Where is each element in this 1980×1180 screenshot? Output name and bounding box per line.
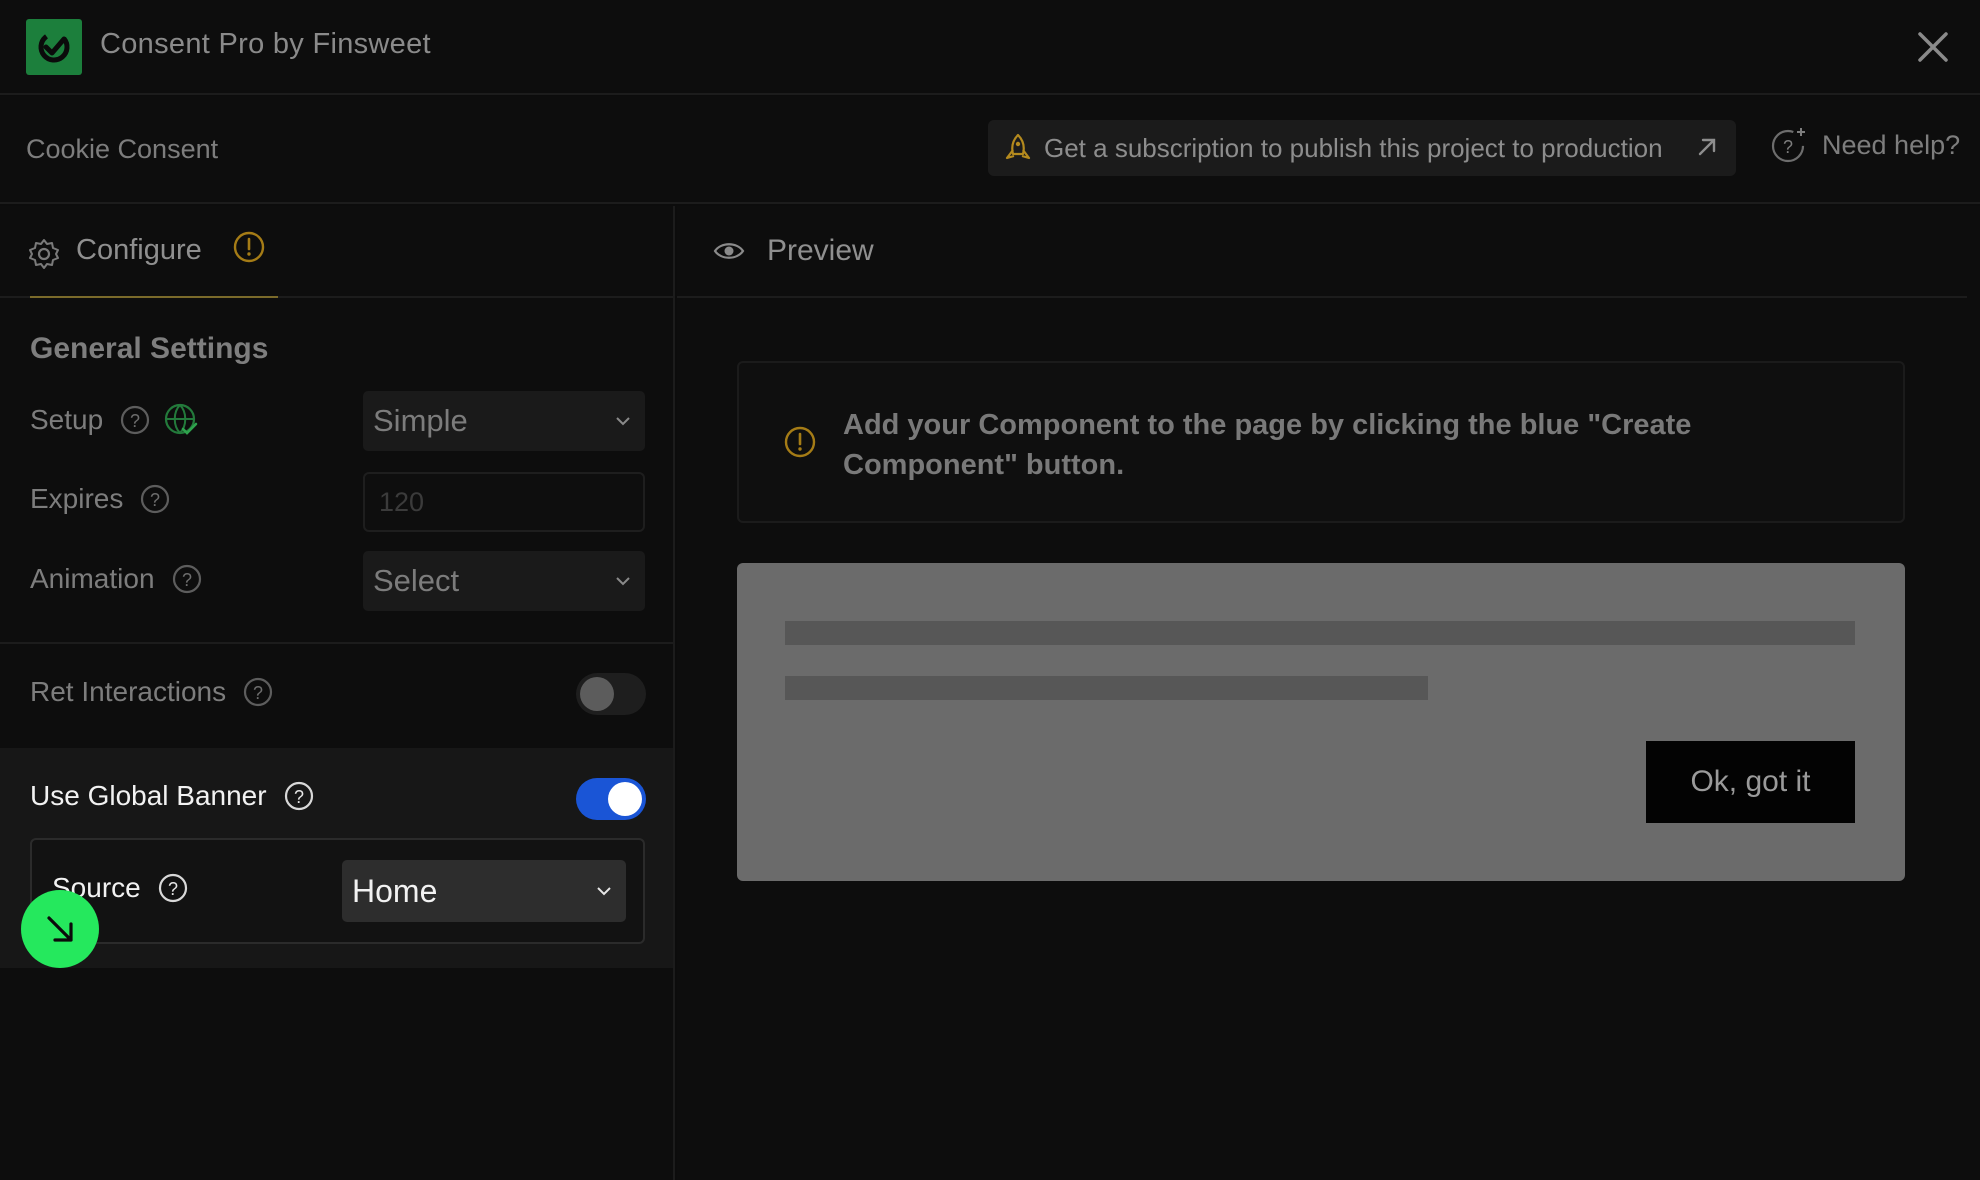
arrow-down-right-icon — [47, 916, 73, 942]
tab-configure-label: Configure — [76, 234, 202, 266]
question-icon[interactable]: ? — [283, 780, 315, 812]
source-select[interactable]: Home — [342, 860, 626, 922]
svg-text:?: ? — [168, 879, 178, 899]
animation-select-value: Select — [373, 563, 460, 598]
eye-icon — [713, 243, 745, 259]
skeleton-line — [785, 621, 1855, 645]
floating-action-button[interactable] — [21, 890, 99, 968]
chevron-down-icon — [616, 417, 630, 426]
subscription-banner[interactable]: Get a subscription to publish this proje… — [988, 120, 1736, 176]
notice-box: Add your Component to the page by clicki… — [737, 361, 1905, 523]
ok-got-it-button[interactable]: Ok, got it — [1646, 741, 1855, 823]
question-icon[interactable]: ? — [157, 872, 189, 904]
title-bar: Consent Pro by Finsweet — [0, 0, 1980, 95]
global-banner-section: Use Global Banner ? Source ? Home — [0, 748, 673, 968]
reset-interactions-prefix: R — [30, 676, 51, 707]
configure-tab-bar: Configure — [0, 206, 675, 298]
global-banner-toggle[interactable] — [576, 778, 646, 820]
sub-header: Cookie Consent Get a subscription to pub… — [0, 96, 1980, 204]
animation-select[interactable]: Select — [363, 551, 645, 611]
expires-label: Expires — [30, 483, 124, 514]
source-box: Source ? Home — [30, 838, 645, 944]
subscription-text: Get a subscription to publish this proje… — [1044, 132, 1663, 163]
chevron-down-icon — [597, 887, 611, 896]
question-icon[interactable]: ? — [119, 404, 151, 436]
svg-text:?: ? — [253, 683, 263, 703]
cookie-banner-preview: Ok, got it — [737, 563, 1905, 881]
setup-select-value: Simple — [373, 403, 468, 438]
expires-input[interactable]: 120 — [363, 472, 645, 532]
notice-text: Add your Component to the page by clicki… — [843, 409, 1692, 481]
tab-preview[interactable]: Preview — [713, 234, 874, 268]
global-banner-row-label: Use Global Banner ? — [30, 780, 315, 812]
check-logo-icon — [38, 31, 70, 63]
section-label: Cookie Consent — [26, 134, 219, 164]
skeleton-line — [785, 676, 1428, 700]
help-link[interactable]: ? Need help? — [1770, 126, 1960, 164]
warning-icon — [233, 231, 264, 263]
toggle-knob — [608, 782, 642, 816]
question-icon[interactable]: ? — [171, 563, 203, 595]
question-icon[interactable]: ? — [139, 483, 171, 515]
svg-text:?: ? — [150, 490, 160, 510]
preview-panel: Preview Add your Component to the page b… — [677, 206, 1980, 1180]
gear-icon — [29, 239, 59, 269]
setup-select[interactable]: Simple — [363, 391, 645, 451]
app-title: Consent Pro by Finsweet — [100, 28, 431, 60]
preview-divider — [677, 296, 1967, 298]
section-divider — [0, 642, 673, 644]
chevron-down-icon — [616, 577, 630, 586]
svg-text:?: ? — [130, 411, 140, 431]
help-text: Need help? — [1822, 129, 1961, 160]
setup-label: Setup — [30, 404, 104, 435]
tab-preview-label: Preview — [767, 234, 874, 267]
reset-interactions-row-label: Ret Interactions ? — [30, 676, 274, 708]
warning-icon — [784, 426, 816, 458]
configure-panel: Configure General Settings Setup ? Simpl… — [0, 206, 675, 1180]
expires-placeholder: 120 — [379, 486, 425, 517]
expires-row-label: Expires ? — [30, 483, 171, 515]
source-select-value: Home — [352, 872, 438, 909]
reset-interactions-toggle[interactable] — [576, 673, 646, 715]
question-icon[interactable]: ? — [242, 676, 274, 708]
general-settings-title: General Settings — [30, 332, 269, 365]
global-banner-label: Use Global Banner — [30, 780, 267, 811]
globe-check-icon — [165, 403, 198, 435]
close-button[interactable] — [1914, 28, 1952, 66]
animation-label: Animation — [30, 563, 155, 594]
active-tab-indicator — [30, 296, 278, 298]
svg-text:?: ? — [182, 570, 192, 590]
reset-interactions-label: et Interactions — [50, 676, 227, 707]
svg-text:?: ? — [1783, 137, 1793, 157]
close-icon[interactable] — [1914, 28, 1952, 66]
rocket-icon — [1005, 133, 1031, 160]
app-logo — [26, 19, 82, 75]
external-arrow-icon — [1698, 138, 1716, 156]
animation-row-label: Animation ? — [30, 563, 203, 595]
tab-configure[interactable]: Configure — [28, 231, 278, 298]
svg-text:?: ? — [294, 787, 304, 807]
help-sparkle-icon: ? — [1771, 128, 1805, 163]
toggle-knob — [580, 677, 614, 711]
setup-row-label: Setup ? — [30, 402, 199, 438]
